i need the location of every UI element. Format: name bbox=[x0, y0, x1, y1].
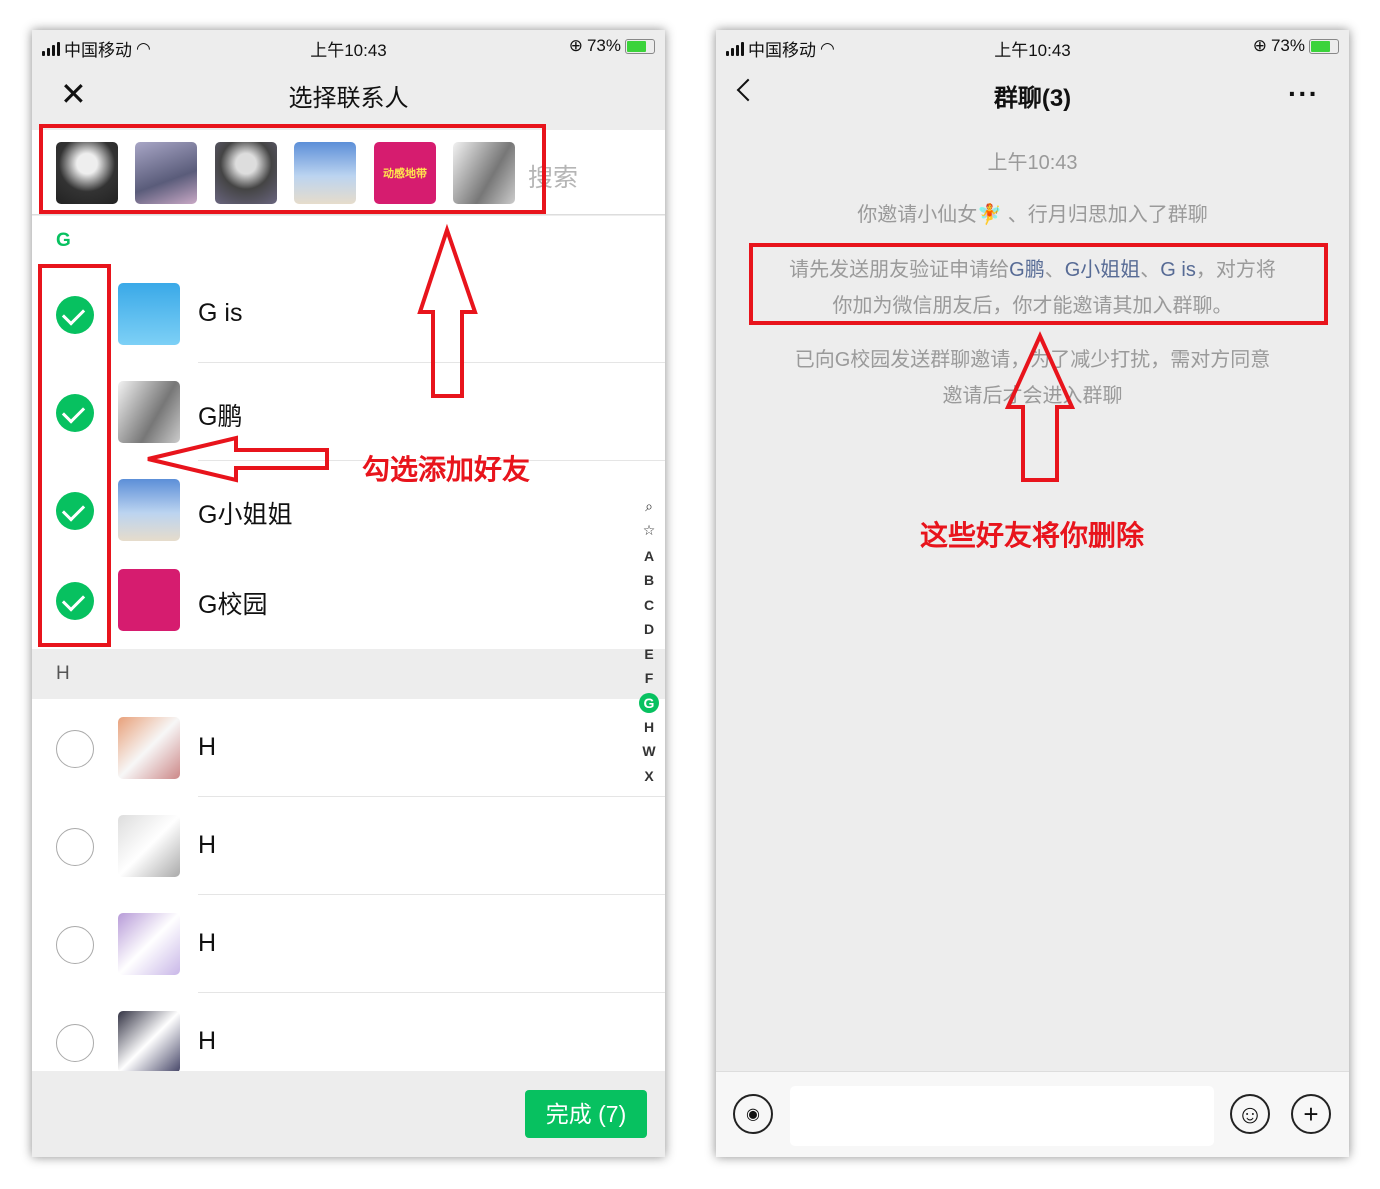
annotation-label: 勾选添加好友 bbox=[362, 454, 531, 485]
arrow-up-icon bbox=[417, 223, 478, 398]
arrow-up-icon bbox=[1004, 331, 1076, 482]
annotation-label: 这些好友将你删除 bbox=[920, 520, 1145, 551]
arrow-left-icon bbox=[147, 435, 329, 483]
annotation-arrows bbox=[147, 223, 1076, 483]
